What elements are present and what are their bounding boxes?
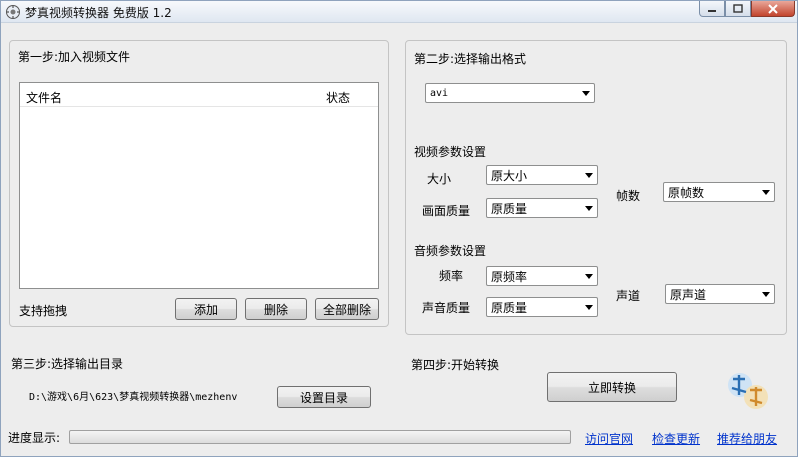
quality-select[interactable]: 原质量	[486, 198, 598, 218]
close-button[interactable]	[751, 1, 795, 17]
set-directory-button[interactable]: 设置目录	[277, 386, 371, 408]
progress-label: 进度显示:	[8, 431, 61, 445]
frequency-select[interactable]: 原频率	[486, 266, 598, 286]
app-window: 梦真视频转换器 免费版 1.2 第一步:加入视频文件 文件名 状态 支持拖拽 添…	[0, 0, 798, 457]
fps-select[interactable]: 原帧数	[663, 182, 775, 202]
close-icon	[768, 3, 778, 14]
audio-quality-label: 声音质量	[422, 301, 471, 315]
dropdown-arrow-icon	[585, 206, 593, 211]
step1-title: 第一步:加入视频文件	[18, 50, 131, 64]
channel-label: 声道	[616, 289, 641, 303]
fps-select-value: 原帧数	[668, 185, 705, 200]
output-path-field[interactable]: D:\游戏\6月\623\梦真视频转换器\mezhenv	[27, 385, 259, 405]
channel-select[interactable]: 原声道	[665, 284, 775, 304]
maximize-icon	[733, 4, 743, 13]
column-header-status[interactable]: 状态	[326, 89, 350, 106]
convert-now-button[interactable]: 立即转换	[547, 372, 677, 402]
step4-title: 第四步:开始转换	[411, 358, 500, 372]
dropdown-arrow-icon	[762, 190, 770, 195]
audio-section-title: 音频参数设置	[414, 244, 487, 258]
visit-website-link[interactable]: 访问官网	[585, 430, 633, 447]
frequency-select-value: 原频率	[491, 269, 528, 284]
frequency-label: 频率	[439, 269, 464, 283]
title-bar[interactable]: 梦真视频转换器 免费版 1.2	[1, 1, 797, 23]
size-select[interactable]: 原大小	[486, 165, 598, 185]
step2-title: 第二步:选择输出格式	[414, 52, 527, 66]
check-update-link[interactable]: 检查更新	[652, 430, 700, 447]
column-header-filename[interactable]: 文件名	[26, 89, 62, 106]
channel-select-value: 原声道	[670, 287, 707, 302]
dropdown-arrow-icon	[762, 292, 770, 297]
audio-quality-select-value: 原质量	[491, 300, 528, 315]
fps-label: 帧数	[616, 189, 641, 203]
minimize-button[interactable]	[699, 1, 725, 17]
output-path-value: D:\游戏\6月\623\梦真视频转换器\mezhenv	[29, 391, 238, 403]
recommend-friend-link[interactable]: 推荐给朋友	[717, 430, 777, 447]
format-select[interactable]: avi	[425, 83, 595, 103]
file-list-header: 文件名 状态	[20, 83, 378, 107]
app-icon	[6, 5, 20, 19]
dropdown-arrow-icon	[585, 173, 593, 178]
quality-label: 画面质量	[422, 204, 471, 218]
audio-quality-select[interactable]: 原质量	[486, 297, 598, 317]
dropdown-arrow-icon	[585, 274, 593, 279]
add-button[interactable]: 添加	[175, 298, 237, 320]
drag-hint: 支持拖拽	[19, 304, 68, 318]
maximize-button[interactable]	[725, 1, 751, 17]
format-select-value: avi	[430, 87, 449, 99]
minimize-icon	[708, 9, 716, 12]
progress-bar	[69, 430, 571, 444]
window-title: 梦真视频转换器 免费版 1.2	[25, 6, 172, 20]
size-label: 大小	[427, 172, 452, 186]
size-select-value: 原大小	[491, 168, 528, 183]
delete-button[interactable]: 删除	[245, 298, 307, 320]
file-list[interactable]: 文件名 状态	[19, 82, 379, 289]
video-section-title: 视频参数设置	[414, 145, 487, 159]
logo-icon	[728, 373, 768, 409]
step3-title: 第三步:选择输出目录	[11, 357, 124, 371]
dropdown-arrow-icon	[582, 91, 590, 96]
quality-select-value: 原质量	[491, 201, 528, 216]
dropdown-arrow-icon	[585, 305, 593, 310]
delete-all-button[interactable]: 全部删除	[315, 298, 379, 320]
